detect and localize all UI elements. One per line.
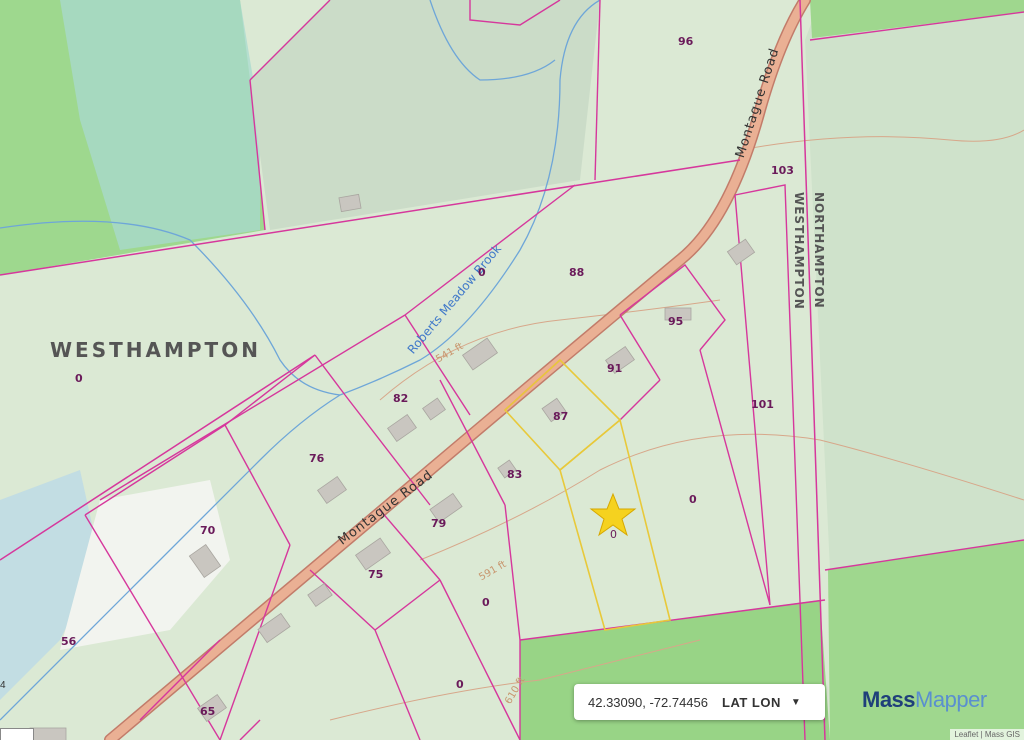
coordinate-mode-select[interactable]: LAT LON bbox=[722, 695, 781, 710]
parcel-number[interactable]: 56 bbox=[61, 635, 76, 648]
parcel-number[interactable]: 79 bbox=[431, 517, 446, 530]
parcel-number[interactable]: 96 bbox=[678, 35, 693, 48]
parcel-number[interactable]: 0 bbox=[456, 678, 464, 691]
brand-part-2: Mapper bbox=[915, 687, 987, 712]
parcel-number[interactable]: 88 bbox=[569, 266, 584, 279]
map-base-layer bbox=[0, 0, 1024, 740]
massmapper-logo: MassMapper bbox=[862, 687, 987, 713]
parcel-number[interactable]: 65 bbox=[200, 705, 215, 718]
parcel-number[interactable]: 91 bbox=[607, 362, 622, 375]
brand-part-1: Mass bbox=[862, 687, 916, 712]
hill-area-east bbox=[805, 0, 1024, 570]
parcel-number[interactable]: 0 bbox=[478, 266, 486, 279]
parcel-number[interactable]: 76 bbox=[309, 452, 324, 465]
parcel-number[interactable]: 0 bbox=[482, 596, 490, 609]
parcel-number[interactable]: 83 bbox=[507, 468, 522, 481]
parcel-number[interactable]: 101 bbox=[751, 398, 774, 411]
edge-label: 4 bbox=[0, 680, 6, 691]
corner-control[interactable] bbox=[0, 728, 34, 740]
town-label-northampton-vertical: NORTHAMPTON bbox=[812, 192, 826, 309]
parcel-number[interactable]: 87 bbox=[553, 410, 568, 423]
parcel-number[interactable]: 95 bbox=[668, 315, 683, 328]
parcel-number[interactable]: 103 bbox=[771, 164, 794, 177]
parcel-number[interactable]: 70 bbox=[200, 524, 215, 537]
marker-parcel-number: 0 bbox=[610, 528, 617, 541]
coordinate-readout[interactable]: 42.33090, -72.74456 LAT LON ▼ bbox=[574, 684, 825, 720]
parcel-number[interactable]: 82 bbox=[393, 392, 408, 405]
map-attribution[interactable]: Leaflet | Mass GIS bbox=[950, 729, 1024, 740]
parcel-number[interactable]: 75 bbox=[368, 568, 383, 581]
parcel-number[interactable]: 0 bbox=[689, 493, 697, 506]
chevron-down-icon[interactable]: ▼ bbox=[791, 697, 801, 708]
town-label-westhampton-vertical: WESTHAMPTON bbox=[792, 192, 806, 310]
map-canvas[interactable]: WESTHAMPTON WESTHAMPTON NORTHAMPTON Mont… bbox=[0, 0, 1024, 740]
coordinate-value: 42.33090, -72.74456 bbox=[588, 694, 708, 710]
town-label-westhampton: WESTHAMPTON bbox=[50, 338, 261, 362]
parcel-number[interactable]: 0 bbox=[75, 372, 83, 385]
